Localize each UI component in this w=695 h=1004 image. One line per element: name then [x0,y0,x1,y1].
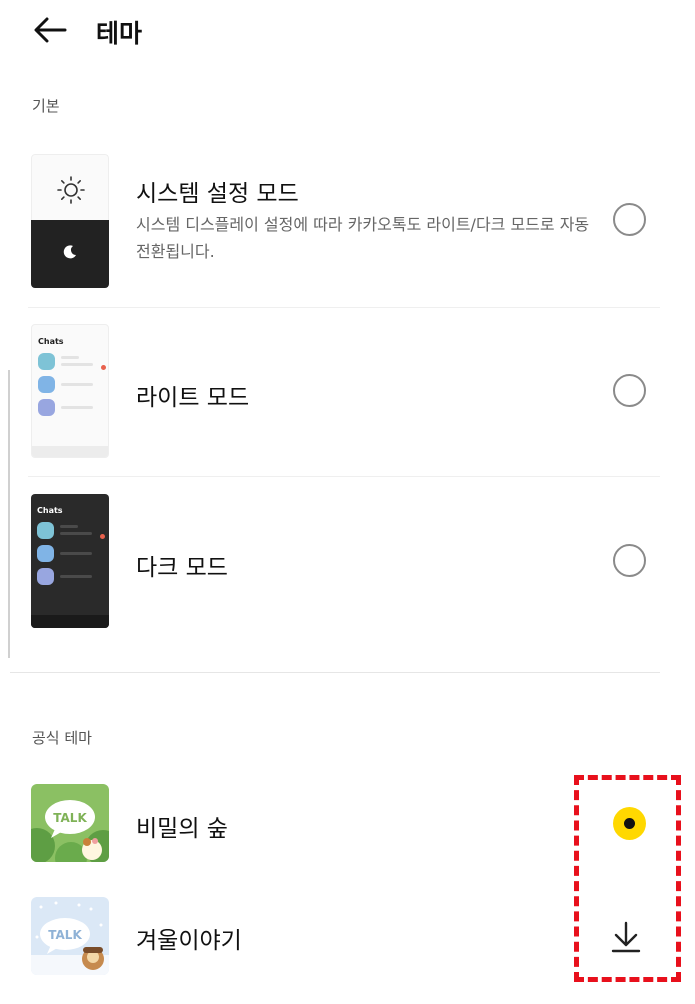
preview-tabbar [32,446,108,457]
preview-avatar [37,568,54,585]
mode-title: 시스템 설정 모드 [136,181,299,207]
light-mode-thumbnail: Chats [31,324,109,458]
preview-line [61,363,93,366]
section-divider [10,672,660,673]
preview-line [60,552,92,555]
mode-row-dark[interactable]: Chats 다크 모드 [0,478,660,646]
winter-story-thumbnail: TALK [31,897,109,975]
system-thumb-dark-half [31,220,109,288]
back-button[interactable] [28,12,72,48]
radio-system-mode[interactable] [613,203,646,236]
preview-tabbar [31,615,109,628]
preview-avatar [37,522,54,539]
preview-line [61,356,79,359]
radio-dark-mode[interactable] [613,544,646,577]
arrow-left-icon [34,17,67,43]
system-mode-thumbnail [31,154,109,288]
preview-line [60,525,78,528]
preview-avatar [38,353,55,370]
preview-avatar [38,376,55,393]
preview-unread-dot [100,534,105,539]
page-title: 테마 [96,19,143,48]
moon-icon [63,245,76,259]
mode-description: 시스템 디스플레이 설정에 따라 카카오톡도 라이트/다크 모드로 자동 전환됩… [136,215,590,261]
secret-forest-thumbnail: TALK [31,784,109,862]
mode-title: 라이트 모드 [136,385,250,411]
radio-light-mode[interactable] [613,374,646,407]
preview-avatar [37,545,54,562]
sun-icon [57,176,85,204]
section-label-official: 공식 테마 [32,729,92,747]
preview-unread-dot [101,365,106,370]
preview-avatar [38,399,55,416]
preview-chats-label: Chats [38,337,64,346]
mode-title: 다크 모드 [136,555,228,581]
preview-line [61,383,93,386]
section-label-basic: 기본 [32,97,60,115]
mode-row-light[interactable]: Chats 라이트 모드 [0,308,660,476]
preview-line [61,406,93,409]
download-icon [611,921,641,953]
dark-mode-thumbnail: Chats [31,494,109,628]
winter-story-image: TALK [31,897,109,975]
preview-chats-label: Chats [37,506,63,515]
talk-text: TALK [53,811,87,825]
theme-title: 비밀의 숲 [136,816,228,842]
secret-forest-image: TALK [31,784,109,862]
talk-text: TALK [48,928,82,942]
radio-secret-forest-selected[interactable] [613,807,646,840]
preview-line [60,575,92,578]
app-header: 테마 [0,0,695,62]
divider [28,476,660,477]
theme-row-winter-story[interactable]: TALK 겨울이야기 [0,884,660,992]
download-button[interactable] [606,917,646,957]
theme-title: 겨울이야기 [136,928,242,954]
preview-line [60,532,92,535]
system-thumb-light-half [31,154,109,220]
theme-row-secret-forest[interactable]: TALK 비밀의 숲 [0,772,660,876]
mode-row-system[interactable]: 시스템 설정 모드 시스템 디스플레이 설정에 따라 카카오톡도 라이트/다크 … [0,138,660,304]
scroll-indicator [8,370,10,658]
